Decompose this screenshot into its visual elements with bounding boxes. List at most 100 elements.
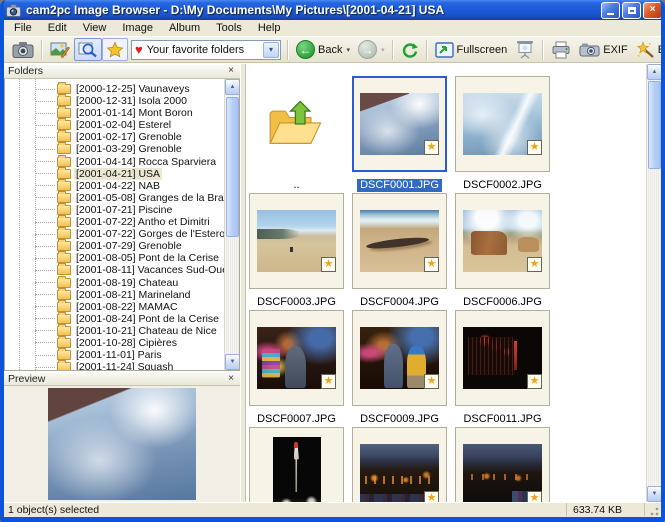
folder-tree-item[interactable]: [2001-08-24] Pont de la Cerise xyxy=(5,313,224,325)
thumbnail-item[interactable]: ★DSCF0003.JPG xyxy=(249,193,344,310)
folder-tree-item[interactable]: [2001-03-29] Grenoble xyxy=(5,143,224,155)
folder-tree-item[interactable]: [2001-10-28] Cipières xyxy=(5,337,224,349)
folder-tree-item[interactable]: [2001-08-05] Pont de la Cerise xyxy=(5,252,224,264)
combo-dropdown-button[interactable]: ▾ xyxy=(263,42,279,58)
folders-scrollbar[interactable]: ▲ ▼ xyxy=(224,79,239,370)
folder-icon xyxy=(57,217,71,227)
folder-tree-item[interactable]: [2001-04-14] Rocca Sparviera xyxy=(5,156,224,168)
forward-button[interactable]: → ▾ xyxy=(354,38,389,61)
thumbnail-item[interactable]: ★DSCF0009.JPG xyxy=(352,310,447,427)
preview-panel-close-icon[interactable]: × xyxy=(226,374,236,384)
menu-album[interactable]: Album xyxy=(161,21,208,35)
folder-icon xyxy=(57,157,71,167)
thumbnail-item[interactable]: .. xyxy=(249,76,344,193)
browse-mode-button[interactable] xyxy=(74,38,102,61)
favorites-filter-button[interactable] xyxy=(102,38,128,61)
folder-tree-item[interactable]: [2000-12-31] Isola 2000 xyxy=(5,95,224,107)
folders-panel-close-icon[interactable]: × xyxy=(226,66,236,76)
maximize-button[interactable] xyxy=(622,2,641,19)
folder-tree-item[interactable]: [2001-02-17] Grenoble xyxy=(5,131,224,143)
folder-tree-item[interactable]: [2001-04-21] USA xyxy=(5,168,224,180)
forward-arrow-icon: → xyxy=(358,40,377,59)
folder-label: [2001-07-21] Piscine xyxy=(74,204,174,216)
thumbnail-item[interactable]: ★DSCF0004.JPG xyxy=(352,193,447,310)
enhance-button[interactable]: Enhance xyxy=(632,38,661,61)
folder-label: [2001-04-22] NAB xyxy=(74,180,162,192)
folder-tree-item[interactable]: [2001-10-21] Chateau de Nice xyxy=(5,325,224,337)
folder-icon xyxy=(57,241,71,251)
thumbnail-label: DSCF0003.JPG xyxy=(254,296,339,309)
minimize-button[interactable] xyxy=(601,2,620,19)
scroll-down-button[interactable]: ▼ xyxy=(647,486,661,502)
thumbnail-item[interactable]: ★DSCF0001.JPG xyxy=(352,76,447,193)
folder-tree-item[interactable]: [2001-01-14] Mont Boron xyxy=(5,107,224,119)
folder-label: [2001-05-08] Granges de la Brasque xyxy=(74,192,224,204)
thumbnail-item[interactable]: ★DSCF0006.JPG xyxy=(455,193,550,310)
menu-help[interactable]: Help xyxy=(250,21,289,35)
menu-image[interactable]: Image xyxy=(114,21,161,35)
preview-panel-header: Preview × xyxy=(4,371,240,386)
folder-icon xyxy=(57,120,71,130)
scroll-down-button[interactable]: ▼ xyxy=(225,354,240,370)
back-button[interactable]: ← Back ▾ xyxy=(292,38,354,61)
toolbar-separator xyxy=(392,40,394,60)
main-toolbar: ♥ Your favorite folders ▾ ← Back ▾ → ▾ xyxy=(4,37,661,63)
scrollbar-thumb[interactable] xyxy=(226,97,239,237)
menu-edit[interactable]: Edit xyxy=(40,21,75,35)
thumbnail-cell: ★ xyxy=(455,193,550,289)
menu-file[interactable]: File xyxy=(6,21,40,35)
folder-tree-item[interactable]: [2001-04-22] NAB xyxy=(5,180,224,192)
camera-icon xyxy=(12,40,34,59)
menu-view[interactable]: View xyxy=(75,21,115,35)
thumbnail-item[interactable] xyxy=(249,427,344,502)
thumbnail-item[interactable]: ★DSCF0011.JPG xyxy=(455,310,550,427)
print-button[interactable] xyxy=(547,38,575,61)
folder-icon xyxy=(57,302,71,312)
folder-tree-item[interactable]: [2001-08-19] Chateau xyxy=(5,276,224,288)
thumbnail-item[interactable]: ★ xyxy=(352,427,447,502)
thumbnail-item[interactable]: ★DSCF0007.JPG xyxy=(249,310,344,427)
exif-button[interactable]: EXIF xyxy=(575,38,631,61)
resize-grip[interactable] xyxy=(645,503,661,516)
folder-tree-item[interactable]: [2001-02-04] Esterel xyxy=(5,119,224,131)
slideshow-button[interactable] xyxy=(511,38,539,61)
menu-tools[interactable]: Tools xyxy=(208,21,250,35)
folder-icon xyxy=(57,193,71,203)
folder-tree-item[interactable]: [2001-07-22] Gorges de l'Esteron xyxy=(5,228,224,240)
close-button[interactable]: × xyxy=(643,2,662,19)
folder-tree-item[interactable]: [2001-07-21] Piscine xyxy=(5,204,224,216)
scroll-up-button[interactable]: ▲ xyxy=(647,64,661,80)
image-editor-button[interactable] xyxy=(46,38,74,61)
folder-icon xyxy=(57,169,71,179)
thumbnail-item[interactable]: ★ xyxy=(455,427,550,502)
fullscreen-button[interactable]: Fullscreen xyxy=(431,38,512,61)
thumbnails-scrollbar[interactable]: ▲ ▼ xyxy=(646,64,661,502)
favorites-combobox[interactable]: ♥ Your favorite folders ▾ xyxy=(131,40,281,60)
folder-icon xyxy=(57,96,71,106)
folder-tree-item[interactable]: [2001-07-29] Grenoble xyxy=(5,240,224,252)
fullscreen-button-label: Fullscreen xyxy=(457,44,508,56)
folder-tree-item[interactable]: [2001-08-22] MAMAC xyxy=(5,301,224,313)
folder-tree-item[interactable]: [2001-07-22] Antho et Dimitri xyxy=(5,216,224,228)
folder-tree-item[interactable]: [2001-08-11] Vacances Sud-Ouest xyxy=(5,264,224,276)
scrollbar-thumb[interactable] xyxy=(648,81,661,169)
thumbnail-image: ★ xyxy=(360,210,439,272)
star-icon xyxy=(106,41,124,58)
folder-icon xyxy=(57,144,71,154)
folder-tree-item[interactable]: [2001-11-01] Paris xyxy=(5,349,224,361)
scroll-up-button[interactable]: ▲ xyxy=(225,79,240,95)
forward-dropdown-icon: ▾ xyxy=(381,46,385,54)
tree-connector xyxy=(35,318,55,319)
refresh-button[interactable] xyxy=(397,38,423,61)
folder-tree-item[interactable]: [2000-12-25] Vaunaveys xyxy=(5,83,224,95)
folder-label: [2001-07-22] Gorges de l'Esteron xyxy=(74,228,224,240)
folder-tree-item[interactable]: [2001-05-08] Granges de la Brasque xyxy=(5,192,224,204)
status-selection-text: 1 object(s) selected xyxy=(4,503,567,516)
folder-tree-item[interactable]: [2001-08-21] Marineland xyxy=(5,289,224,301)
thumbnail-image: ★ xyxy=(257,327,336,389)
app-camera-icon xyxy=(6,4,21,17)
camera-download-button[interactable] xyxy=(8,38,38,61)
folder-tree-item[interactable]: [2001-11-24] Squash xyxy=(5,361,224,370)
thumbnail-item[interactable]: ★DSCF0002.JPG xyxy=(455,76,550,193)
thumbnail-image: ★ xyxy=(463,210,542,272)
